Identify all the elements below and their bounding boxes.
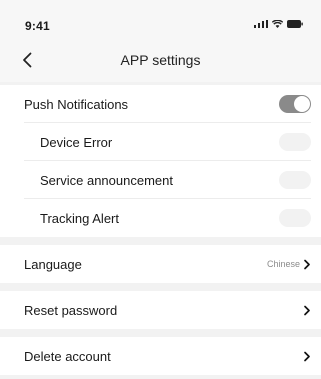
tracking-alert-label: Tracking Alert <box>40 210 119 226</box>
reset-password-row[interactable]: Reset password <box>0 291 321 329</box>
chevron-right-icon <box>303 351 311 362</box>
tracking-alert-row: Tracking Alert <box>0 199 321 237</box>
push-notifications-toggle[interactable] <box>279 95 311 113</box>
reset-password-group: Reset password <box>0 291 321 329</box>
language-label: Language <box>24 256 82 272</box>
chevron-right-icon <box>303 259 311 270</box>
device-error-row: Device Error <box>0 123 321 161</box>
wifi-icon <box>272 20 283 28</box>
language-group: Language Chinese <box>0 245 321 283</box>
service-announcement-toggle[interactable] <box>279 171 311 189</box>
push-notifications-label: Push Notifications <box>24 96 129 112</box>
push-notifications-row: Push Notifications <box>0 85 321 123</box>
reset-password-label: Reset password <box>24 302 118 318</box>
notifications-group: Push Notifications Device Error Service … <box>0 85 321 237</box>
settings-list: Push Notifications Device Error Service … <box>0 85 321 375</box>
device-error-label: Device Error <box>40 134 113 150</box>
battery-icon <box>287 20 303 28</box>
language-row[interactable]: Language Chinese <box>0 245 321 283</box>
top-bar: 9:41 APP settings <box>0 0 321 82</box>
status-icons <box>253 20 304 28</box>
service-announcement-row: Service announcement <box>0 161 321 199</box>
language-value: Chinese <box>266 259 300 269</box>
delete-account-row[interactable]: Delete account <box>0 337 321 375</box>
tracking-alert-toggle[interactable] <box>279 209 311 227</box>
chevron-right-icon <box>303 305 311 316</box>
delete-account-label: Delete account <box>24 348 111 364</box>
status-time: 9:41 <box>25 19 50 33</box>
service-announcement-label: Service announcement <box>40 172 173 188</box>
delete-account-group: Delete account <box>0 337 321 375</box>
signal-icon <box>253 20 268 28</box>
device-error-toggle[interactable] <box>279 133 311 151</box>
page-title: APP settings <box>120 52 201 68</box>
